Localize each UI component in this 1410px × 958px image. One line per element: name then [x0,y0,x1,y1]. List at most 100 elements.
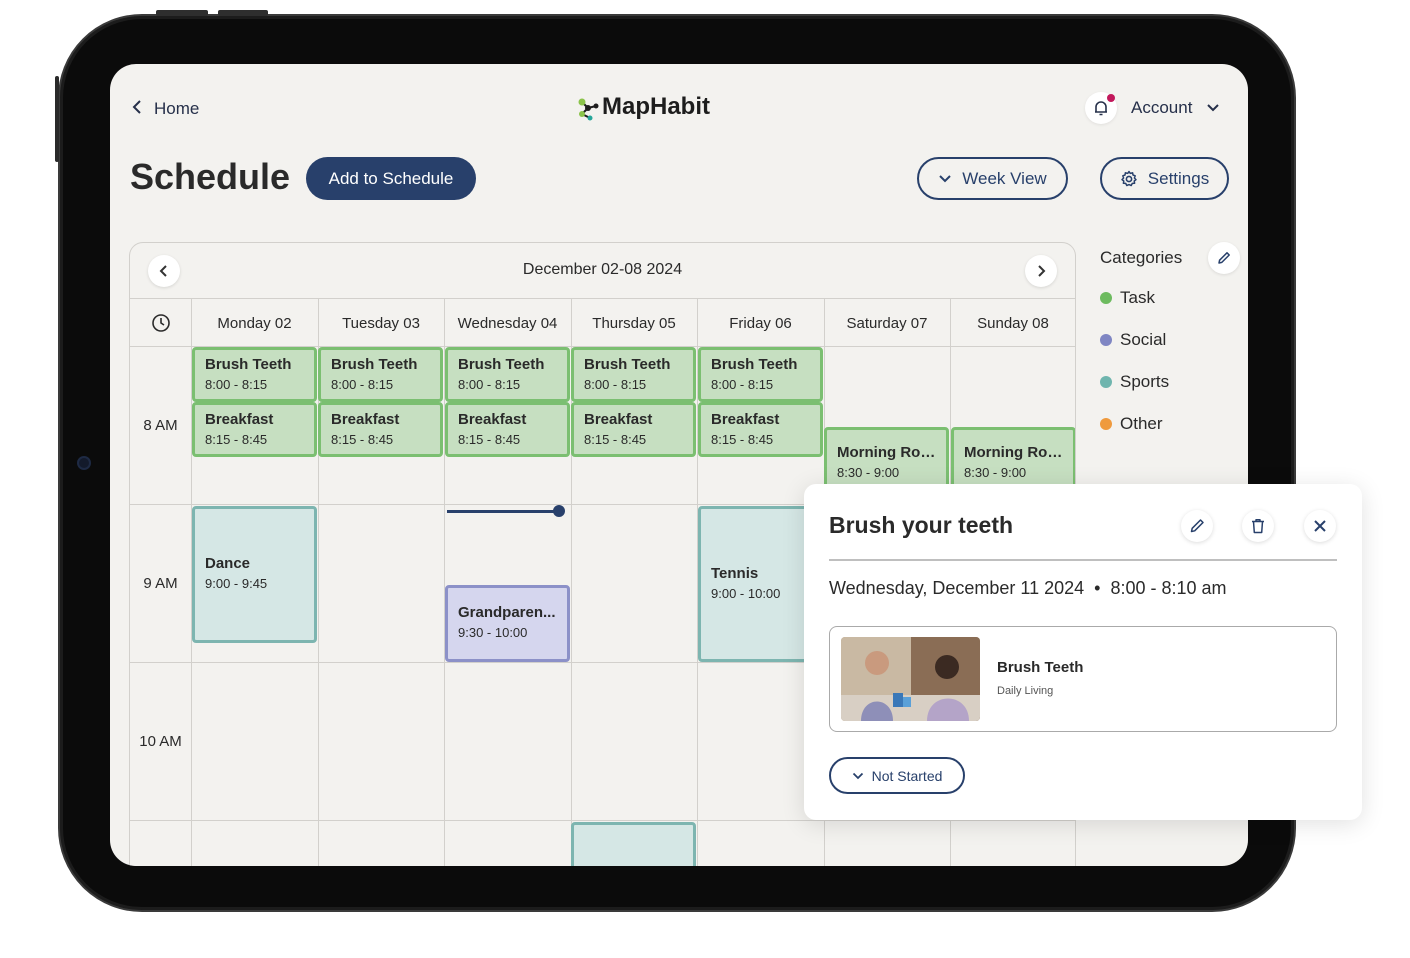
event-title: Breakfast [711,411,780,428]
event-time: 8:00 - 8:15 [331,377,394,392]
edit-event-button[interactable] [1181,510,1213,542]
event-title: Dance [205,555,251,572]
event-brush-teeth-wednesday[interactable]: Brush Teeth 8:00 - 8:15 [445,347,570,402]
event-brush-teeth-thursday[interactable]: Brush Teeth 8:00 - 8:15 [571,347,696,402]
event-title: Brush Teeth [205,356,292,373]
event-time: 8:15 - 8:45 [331,432,394,447]
camera-icon [77,456,91,470]
categories-heading: Categories [1100,248,1183,267]
event-title: Morning Rou... [964,444,1063,461]
tablet-volume-button [156,10,208,16]
popup-separator: • [1094,578,1101,598]
account-menu[interactable]: Account [1085,92,1220,124]
next-week-button[interactable] [1025,255,1057,287]
event-title: Breakfast [584,411,653,428]
hour-label-10am: 10 AM [139,733,182,750]
day-header-monday: Monday 02 [217,314,292,332]
day-header-saturday: Saturday 07 [846,314,928,332]
event-brush-teeth-friday[interactable]: Brush Teeth 8:00 - 8:15 [698,347,823,402]
activity-card[interactable]: Brush Teeth Daily Living [829,626,1337,732]
day-header-friday: Friday 06 [729,314,792,332]
event-time: 9:00 - 10:00 [711,586,781,601]
popup-title: Brush your teeth [829,512,1014,538]
event-breakfast-monday[interactable]: Breakfast 8:15 - 8:45 [192,402,317,457]
close-icon [1314,520,1326,532]
week-view-label: Week View [962,168,1047,188]
category-item-social[interactable]: Social [1100,330,1240,350]
day-header-row: Monday 02 Tuesday 03 Wednesday 04 Thursd… [130,299,1075,347]
clock-icon [130,299,191,347]
tablet-power-button [218,10,268,16]
event-partial-thursday[interactable] [571,822,696,866]
activity-category: Daily Living [997,685,1054,697]
event-time: 8:30 - 9:00 [837,465,900,480]
chevron-down-icon [852,772,863,779]
event-brush-teeth-monday[interactable]: Brush Teeth 8:00 - 8:15 [192,347,317,402]
event-title: Breakfast [458,411,527,428]
event-breakfast-thursday[interactable]: Breakfast 8:15 - 8:45 [571,402,696,457]
event-title: Brush Teeth [458,356,545,373]
event-time: 8:00 - 8:15 [205,377,268,392]
event-time: 8:00 - 8:15 [711,377,774,392]
hour-label-9am: 9 AM [143,575,178,592]
day-header-wednesday: Wednesday 04 [457,314,558,332]
category-color-dot [1100,376,1112,388]
notifications-button[interactable] [1085,92,1117,124]
event-breakfast-friday[interactable]: Breakfast 8:15 - 8:45 [698,402,823,457]
event-title: Brush Teeth [331,356,418,373]
category-item-task[interactable]: Task [1100,288,1240,308]
event-time: 8:15 - 8:45 [205,432,268,447]
current-time-marker [553,505,565,517]
day-header-thursday: Thursday 05 [592,314,676,332]
status-dropdown[interactable]: Not Started [829,757,965,794]
calendar-date-range: December 02-08 2024 [522,261,683,278]
category-color-dot [1100,292,1112,304]
activity-thumbnail [841,637,980,721]
add-to-schedule-button[interactable]: Add to Schedule [306,157,476,200]
categories-panel: Categories Task Social Sports Other [1100,242,1240,434]
page-title: Schedule [130,156,291,197]
popup-date: Wednesday, December 11 2024 [829,578,1085,598]
settings-button[interactable]: Settings [1100,157,1229,200]
event-breakfast-tuesday[interactable]: Breakfast 8:15 - 8:45 [318,402,443,457]
category-item-other[interactable]: Other [1100,414,1240,434]
category-label: Other [1120,414,1163,433]
activity-name: Brush Teeth [997,659,1084,676]
pencil-icon [1218,252,1230,264]
hour-label-8am: 8 AM [143,417,178,434]
chevron-down-icon [939,174,951,182]
logo-mark-icon [578,98,599,121]
week-view-dropdown[interactable]: Week View [917,157,1068,200]
event-detail-popup: Brush your teeth Wednesday, December 11 … [804,484,1362,820]
delete-event-button[interactable] [1242,510,1274,542]
category-color-dot [1100,418,1112,430]
category-label: Social [1120,330,1167,349]
event-brush-teeth-tuesday[interactable]: Brush Teeth 8:00 - 8:15 [318,347,443,402]
close-popup-button[interactable] [1304,510,1336,542]
event-time: 8:00 - 8:15 [458,377,521,392]
brand-logo[interactable]: MapHabit [576,92,710,122]
event-time: 9:00 - 9:45 [205,576,268,591]
bell-icon [1095,101,1107,116]
chevron-left-icon [132,98,142,119]
event-breakfast-wednesday[interactable]: Breakfast 8:15 - 8:45 [445,402,570,457]
event-dance-monday[interactable]: Dance 9:00 - 9:45 [192,506,317,643]
popup-datetime: Wednesday, December 11 2024 • 8:00 - 8:1… [829,578,1227,599]
categories-header: Categories [1100,242,1240,274]
tablet-side-button [55,76,59,162]
edit-categories-button[interactable] [1208,242,1240,274]
grid-line [130,820,1075,821]
event-time: 8:15 - 8:45 [711,432,774,447]
event-title: Brush Teeth [584,356,671,373]
notification-dot [1107,94,1115,102]
day-header-sunday: Sunday 08 [977,314,1049,332]
popup-time: 8:00 - 8:10 am [1110,578,1227,598]
event-grandparents-wednesday[interactable]: Grandparen... 9:30 - 10:00 [445,585,570,662]
category-item-sports[interactable]: Sports [1100,372,1240,392]
chevron-right-icon [1038,265,1046,277]
event-title: Breakfast [205,411,274,428]
event-time: 8:15 - 8:45 [584,432,647,447]
home-link[interactable]: Home [132,98,199,119]
brand-name: MapHabit [602,93,710,120]
category-label: Task [1120,288,1155,307]
